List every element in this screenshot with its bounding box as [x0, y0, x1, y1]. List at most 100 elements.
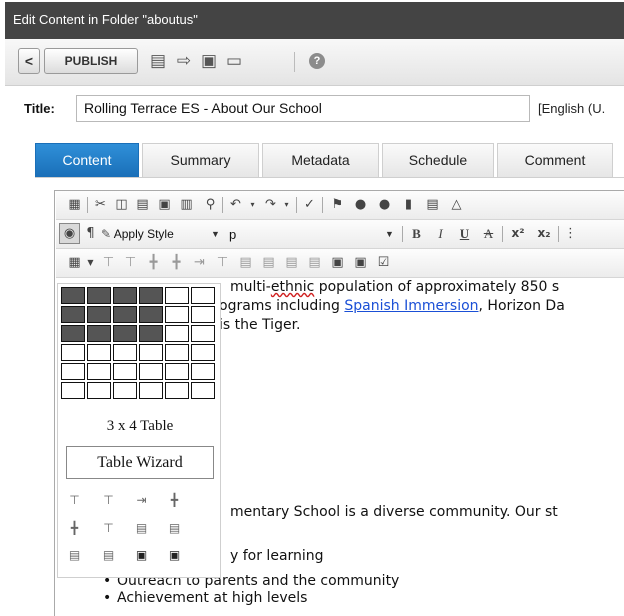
table-grid-cell[interactable] — [87, 363, 111, 380]
delete-column-icon[interactable]: ⊤ — [100, 520, 117, 536]
submit-icon[interactable]: ⇨ — [173, 50, 195, 72]
spanish-immersion-link[interactable]: Spanish Immersion — [344, 298, 478, 314]
paste-icon[interactable]: ▤ — [134, 196, 151, 213]
format-painter-icon[interactable]: △ — [448, 196, 465, 213]
table-properties-icon[interactable]: ▣ — [133, 547, 150, 563]
cut-icon[interactable]: ✂ — [92, 196, 109, 213]
hyperlink-icon[interactable]: ⚑ — [329, 196, 346, 213]
table-grid-cell[interactable] — [87, 325, 111, 342]
table-grid-cell[interactable] — [61, 363, 85, 380]
insert-column-left-icon[interactable]: ⇥ — [133, 492, 150, 508]
insert-row-below-icon[interactable]: ⊤ — [100, 492, 117, 508]
paste-word-icon[interactable]: ▣ — [156, 196, 173, 213]
table-grid-cell[interactable] — [113, 363, 137, 380]
merge-cells-icon[interactable]: ▤ — [237, 254, 254, 271]
tab-metadata[interactable]: Metadata — [262, 143, 379, 177]
subscript-button[interactable]: x₂ — [533, 225, 555, 242]
insert-row-above-icon[interactable]: ⊤ — [100, 254, 117, 271]
merge-down-icon[interactable]: ▤ — [260, 254, 277, 271]
publish-button[interactable]: PUBLISH — [44, 48, 138, 74]
quicklink-icon[interactable]: ● — [376, 196, 393, 213]
table-grid-cell[interactable] — [113, 382, 137, 399]
library-icon[interactable]: ● — [352, 196, 369, 213]
table-grid-cell[interactable] — [191, 325, 215, 342]
table-grid-cell[interactable] — [165, 287, 189, 304]
split-cell-icon[interactable]: ▤ — [283, 254, 300, 271]
apply-style-select[interactable]: ✎ Apply Style ▼ — [101, 225, 221, 244]
table-properties-icon[interactable]: ▣ — [329, 254, 346, 271]
redo-dropdown-icon[interactable]: ▾ — [278, 196, 295, 213]
help-icon[interactable]: ? — [309, 53, 325, 69]
table-grid-cell[interactable] — [61, 306, 85, 323]
copy-icon[interactable]: ◫ — [113, 196, 130, 213]
table-grid-cell[interactable] — [113, 306, 137, 323]
delete-column-icon[interactable]: ⊤ — [214, 254, 231, 271]
split-row-icon[interactable]: ▤ — [100, 547, 117, 563]
table-grid-cell[interactable] — [139, 363, 163, 380]
ordered-list-icon[interactable]: ⋮ — [562, 225, 579, 242]
table-grid-cell[interactable] — [139, 306, 163, 323]
merge-down-icon[interactable]: ▤ — [66, 547, 83, 563]
table-grid-cell[interactable] — [113, 287, 137, 304]
table-grid-cell[interactable] — [165, 382, 189, 399]
strikethrough-button[interactable]: A — [480, 225, 497, 242]
cell-properties-icon[interactable]: ▣ — [352, 254, 369, 271]
insert-row-below-icon[interactable]: ⊤ — [122, 254, 139, 271]
table-dropdown-icon[interactable]: ▼ — [82, 254, 99, 271]
tab-comment[interactable]: Comment — [497, 143, 613, 177]
table-grid-cell[interactable] — [87, 382, 111, 399]
table-grid-cell[interactable] — [139, 382, 163, 399]
table-grid-cell[interactable] — [165, 344, 189, 361]
table-grid-cell[interactable] — [61, 287, 85, 304]
insert-column-left-icon[interactable]: ╋ — [145, 254, 162, 271]
select-all-icon[interactable]: ▦ — [66, 196, 83, 213]
insert-column-right-icon[interactable]: ╋ — [168, 254, 185, 271]
table-grid-cell[interactable] — [139, 325, 163, 342]
table-grid-cell[interactable] — [113, 344, 137, 361]
table-grid-cell[interactable] — [165, 306, 189, 323]
back-button[interactable]: < — [18, 48, 40, 74]
split-cell-icon[interactable]: ▤ — [166, 520, 183, 536]
bold-button[interactable]: B — [408, 225, 425, 242]
checkin-icon[interactable]: ▤ — [147, 50, 169, 72]
table-grid-cell[interactable] — [113, 325, 137, 342]
merge-cells-icon[interactable]: ▤ — [133, 520, 150, 536]
table-grid-cell[interactable] — [191, 363, 215, 380]
table-grid-cell[interactable] — [191, 382, 215, 399]
redo-icon[interactable]: ↷ — [262, 196, 279, 213]
cell-properties-icon[interactable]: ▣ — [166, 547, 183, 563]
table-grid-cell[interactable] — [191, 344, 215, 361]
table-grid-cell[interactable] — [165, 363, 189, 380]
table-grid-cell[interactable] — [139, 344, 163, 361]
table-icon[interactable]: ▦ — [66, 254, 83, 271]
table-grid-cell[interactable] — [191, 306, 215, 323]
insert-column-right-icon[interactable]: ╋ — [166, 492, 183, 508]
table-grid-cell[interactable] — [87, 344, 111, 361]
tab-schedule[interactable]: Schedule — [382, 143, 494, 177]
paragraph-icon[interactable]: ¶ — [82, 225, 99, 242]
delete-row-icon[interactable]: ⇥ — [191, 254, 208, 271]
insert-row-above-icon[interactable]: ⊤ — [66, 492, 83, 508]
delete-row-icon[interactable]: ╋ — [66, 520, 83, 536]
undo-dropdown-icon[interactable]: ▾ — [244, 196, 261, 213]
table-wizard-button[interactable]: Table Wizard — [66, 446, 214, 479]
table-grid-cell[interactable] — [61, 344, 85, 361]
table-grid-cell[interactable] — [61, 382, 85, 399]
table-grid-cell[interactable] — [87, 287, 111, 304]
table-grid-cell[interactable] — [61, 325, 85, 342]
title-input[interactable]: Rolling Terrace ES - About Our School — [76, 95, 530, 122]
table-grid-cell[interactable] — [139, 287, 163, 304]
preview-icon[interactable]: ▭ — [223, 50, 245, 72]
underline-button[interactable]: U — [456, 225, 473, 242]
tab-summary[interactable]: Summary — [142, 143, 259, 177]
spellcheck-icon[interactable]: ✓ — [301, 196, 318, 213]
italic-button[interactable]: I — [432, 225, 449, 242]
tab-content[interactable]: Content — [35, 143, 139, 177]
find-icon[interactable]: ⚲ — [202, 196, 219, 213]
document-icon[interactable]: ▮ — [400, 196, 417, 213]
design-mode-icon[interactable]: ◉ — [59, 223, 80, 244]
table-grid-cell[interactable] — [191, 287, 215, 304]
misspelled-word[interactable]: ethnic — [271, 279, 314, 295]
undo-icon[interactable]: ↶ — [227, 196, 244, 213]
split-row-icon[interactable]: ▤ — [306, 254, 323, 271]
